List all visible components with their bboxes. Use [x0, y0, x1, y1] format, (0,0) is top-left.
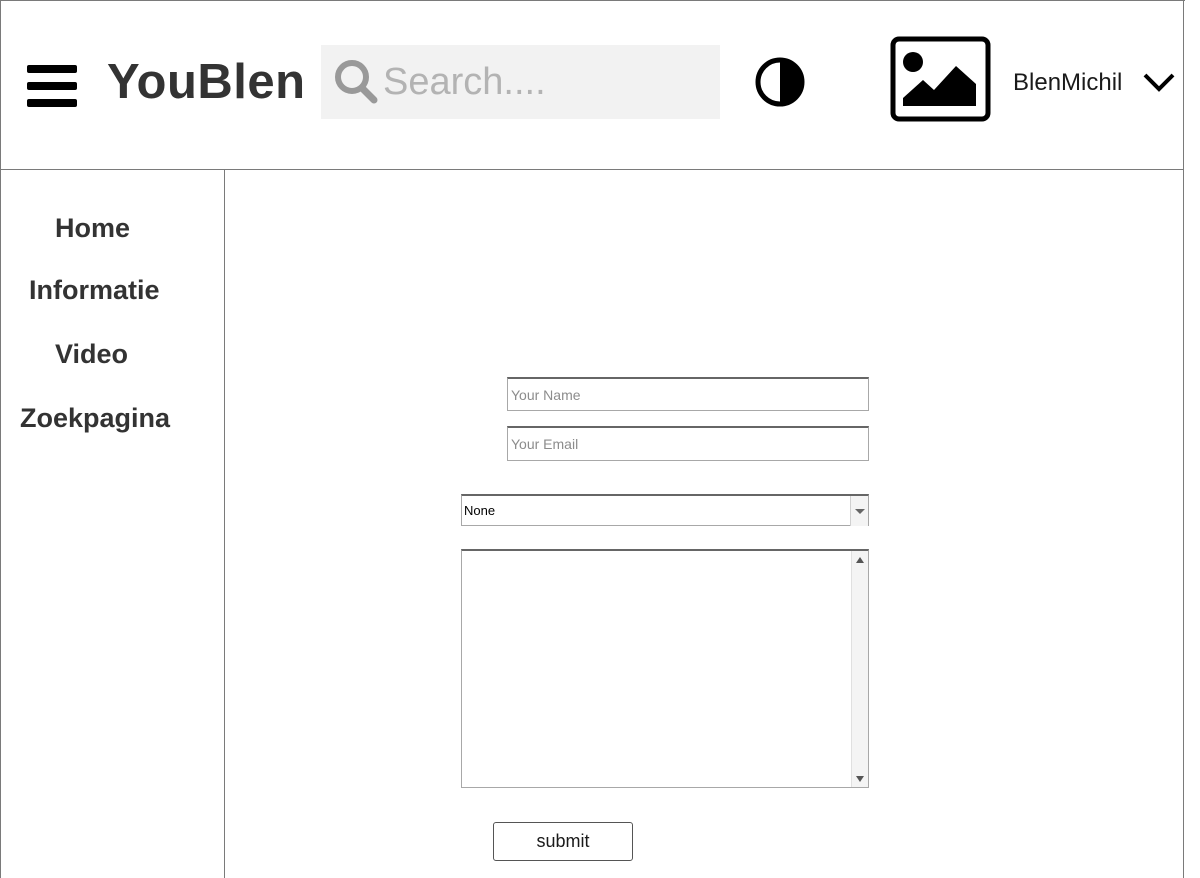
chevron-down-icon[interactable] — [1142, 71, 1176, 93]
username-label[interactable]: BlenMichil — [1013, 68, 1122, 98]
message-box — [461, 549, 869, 788]
message-textarea[interactable] — [462, 551, 852, 787]
option-select[interactable]: None — [461, 494, 869, 526]
textarea-scrollbar[interactable] — [851, 551, 868, 787]
search-icon[interactable] — [333, 59, 379, 105]
app-logo[interactable]: YouBlen — [107, 52, 306, 112]
sidebar-item-video[interactable]: Video — [55, 338, 128, 370]
sidebar-item-informatie[interactable]: Informatie — [29, 274, 160, 306]
sidebar-nav: Home Informatie Video Zoekpagina — [1, 170, 225, 878]
scroll-down-arrow-icon[interactable] — [853, 771, 868, 787]
select-value: None — [464, 503, 496, 518]
image-placeholder-icon[interactable] — [890, 36, 991, 122]
sidebar-item-zoekpagina[interactable]: Zoekpagina — [20, 402, 170, 434]
contrast-toggle-icon[interactable] — [754, 56, 806, 108]
submit-button[interactable]: submit — [493, 822, 633, 861]
page-frame: YouBlen BlenMichil Home Informatie Video… — [0, 0, 1185, 878]
scroll-up-arrow-icon[interactable] — [853, 551, 868, 567]
sidebar-item-home[interactable]: Home — [55, 212, 130, 244]
header: YouBlen BlenMichil — [1, 0, 1184, 170]
hamburger-menu-icon[interactable] — [27, 65, 77, 107]
search-input[interactable] — [381, 50, 711, 114]
name-field[interactable] — [507, 377, 869, 411]
dropdown-arrow-icon[interactable] — [850, 496, 868, 526]
email-field[interactable] — [507, 426, 869, 461]
